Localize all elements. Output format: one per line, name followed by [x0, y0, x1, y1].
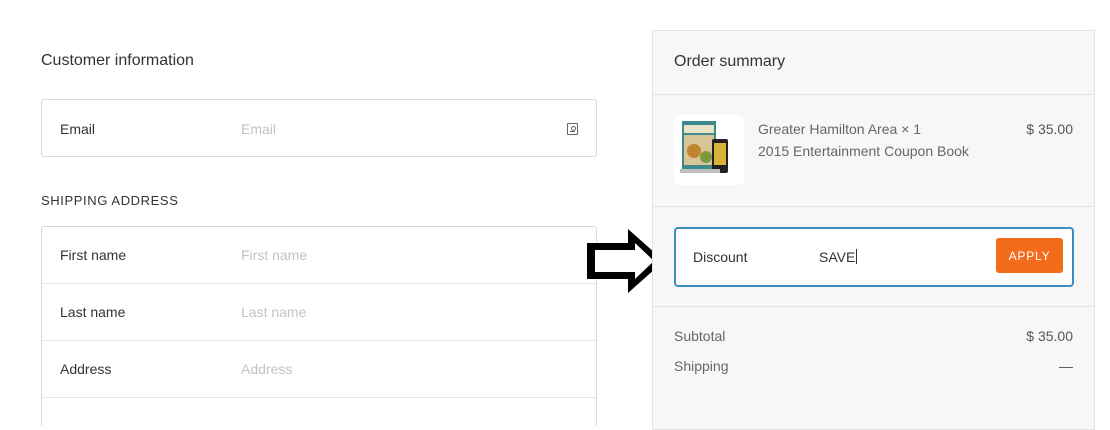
- text-caret: [856, 249, 858, 264]
- email-label: Email: [60, 120, 96, 137]
- shipping-value: —: [1059, 358, 1073, 374]
- apply-button[interactable]: APPLY: [996, 238, 1063, 273]
- shipping-label: Shipping: [674, 358, 729, 374]
- email-input[interactable]: [241, 120, 559, 137]
- discount-code-text: SAVE: [819, 249, 856, 265]
- address-input[interactable]: [241, 361, 578, 377]
- divider: [653, 306, 1094, 307]
- address-label: Address: [60, 361, 112, 377]
- first-name-label: First name: [60, 247, 127, 263]
- shipping-fields: First name Last name Address: [41, 226, 597, 426]
- discount-field[interactable]: Discount SAVE APPLY: [674, 227, 1074, 287]
- last-name-label: Last name: [60, 304, 126, 320]
- subtotal-label: Subtotal: [674, 328, 726, 344]
- address-row[interactable]: Address: [42, 341, 596, 398]
- shipping-address-heading: SHIPPING ADDRESS: [41, 193, 179, 208]
- divider: [653, 94, 1094, 95]
- last-name-row[interactable]: Last name: [42, 284, 596, 341]
- discount-label: Discount: [693, 249, 748, 265]
- subtotal-value: $ 35.00: [1026, 328, 1073, 344]
- product-subtitle: 2015 Entertainment Coupon Book: [758, 143, 969, 159]
- product-price: $ 35.00: [1026, 121, 1073, 137]
- product-name: Greater Hamilton Area × 1: [758, 121, 922, 137]
- contact-card-icon[interactable]: [567, 122, 578, 135]
- first-name-input[interactable]: [241, 247, 578, 263]
- customer-info-heading: Customer information: [41, 52, 194, 69]
- last-name-input[interactable]: [241, 304, 578, 320]
- order-summary-panel: Order summary Greater Hamilton Area × 1 …: [652, 30, 1095, 430]
- discount-input[interactable]: SAVE: [819, 249, 858, 265]
- product-image: [674, 115, 744, 185]
- order-summary-heading: Order summary: [674, 53, 786, 70]
- divider: [653, 206, 1094, 207]
- email-field-box[interactable]: Email: [41, 99, 597, 157]
- first-name-row[interactable]: First name: [42, 227, 596, 284]
